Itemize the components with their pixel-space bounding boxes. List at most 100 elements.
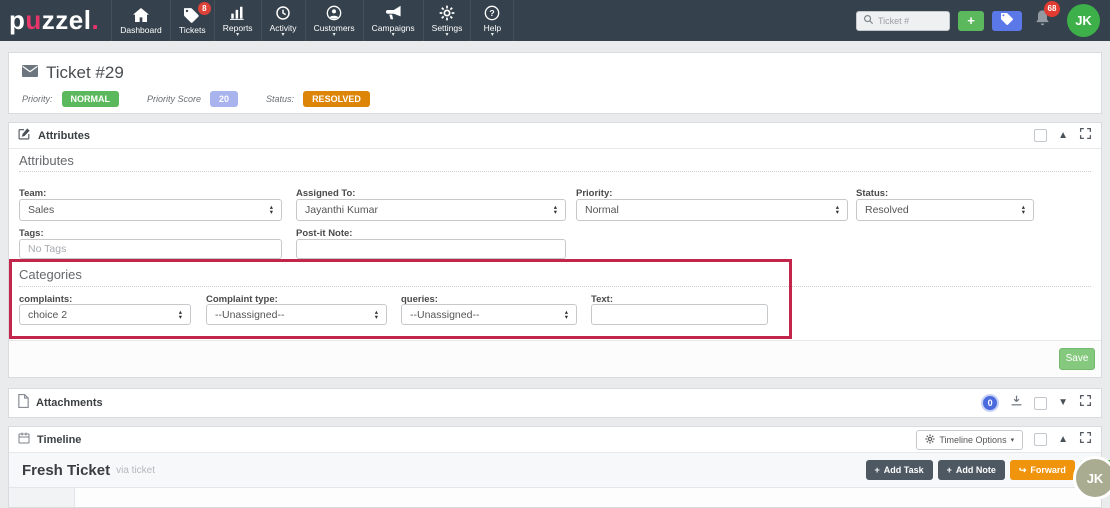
tags-input[interactable] bbox=[19, 239, 282, 259]
complaints-select[interactable]: choice 2 ▴▾ bbox=[19, 304, 191, 325]
team-select[interactable]: Sales ▴▾ bbox=[19, 199, 282, 221]
caret-down-icon: ▾ bbox=[446, 33, 449, 38]
caret-down-icon: ▾ bbox=[1011, 436, 1015, 444]
caret-down-icon: ▾ bbox=[491, 33, 494, 38]
select-arrows-icon: ▴▾ bbox=[554, 205, 557, 215]
user-avatar[interactable]: JK bbox=[1067, 4, 1100, 37]
nav-item-customers[interactable]: Customers ▾ bbox=[305, 0, 363, 41]
caret-down-icon: ▾ bbox=[236, 33, 239, 38]
save-button[interactable]: Save bbox=[1059, 348, 1095, 370]
search-input[interactable] bbox=[878, 16, 943, 26]
user-icon bbox=[326, 5, 342, 21]
download-icon[interactable] bbox=[1010, 394, 1023, 412]
queries-select[interactable]: --Unassigned-- ▴▾ bbox=[401, 304, 577, 325]
expand-icon[interactable] bbox=[1079, 127, 1092, 145]
tag-icon bbox=[1001, 12, 1014, 30]
collapse-icon[interactable]: ▲ bbox=[1058, 131, 1068, 141]
priority-select[interactable]: Normal ▴▾ bbox=[576, 199, 848, 221]
timeline-gutter bbox=[9, 488, 75, 507]
entry-title: Fresh Ticket bbox=[22, 462, 110, 479]
select-arrows-icon: ▴▾ bbox=[179, 310, 182, 320]
nav-item-reports[interactable]: Reports ▾ bbox=[214, 0, 261, 41]
attributes-section-title: Attributes bbox=[19, 153, 74, 168]
categories-section-title: Categories bbox=[19, 267, 82, 282]
timeline-panel: Timeline Timeline Options ▾ ▲ Fresh Tick… bbox=[8, 426, 1102, 508]
assigned-to-select[interactable]: Jayanthi Kumar ▴▾ bbox=[296, 199, 566, 221]
nav-item-campaigns[interactable]: Campaigns ▾ bbox=[363, 0, 423, 41]
logo-accent: u bbox=[25, 5, 41, 36]
nav-item-settings[interactable]: Settings ▾ bbox=[423, 0, 471, 41]
status-label: Status: bbox=[266, 94, 294, 104]
puzzel-logo[interactable]: puzzel. bbox=[0, 0, 111, 41]
attachments-panel-title: Attachments bbox=[36, 397, 103, 409]
gears-icon bbox=[925, 434, 935, 446]
nav-label: Reports bbox=[223, 23, 253, 33]
logo-text: p bbox=[9, 5, 25, 36]
status-select[interactable]: Resolved ▴▾ bbox=[856, 199, 1034, 221]
complaint-type-select[interactable]: --Unassigned-- ▴▾ bbox=[206, 304, 387, 325]
timeline-options-button[interactable]: Timeline Options ▾ bbox=[916, 430, 1023, 450]
timeline-panel-title: Timeline bbox=[37, 434, 81, 446]
postit-note-input[interactable] bbox=[296, 239, 566, 259]
plus-icon: + bbox=[875, 465, 880, 475]
priority-score-badge: 20 bbox=[210, 91, 238, 107]
panel-select-checkbox[interactable] bbox=[1034, 397, 1047, 410]
attachments-count-badge: 0 bbox=[981, 394, 999, 412]
nav-items: Dashboard 8 Tickets Reports ▾ Activity ▾… bbox=[111, 0, 514, 41]
ticket-badges-row: Priority: NORMAL Priority Score 20 Statu… bbox=[9, 83, 1101, 107]
top-navbar: puzzel. Dashboard 8 Tickets Reports ▾ Ac… bbox=[0, 0, 1110, 41]
status-field-label: Status: bbox=[856, 188, 888, 199]
select-arrows-icon: ▴▾ bbox=[270, 205, 273, 215]
nav-label: Campaigns bbox=[372, 23, 415, 33]
add-task-button[interactable]: +Add Task bbox=[866, 460, 933, 480]
postit-note-label: Post-it Note: bbox=[296, 228, 352, 239]
nav-item-dashboard[interactable]: Dashboard bbox=[111, 0, 170, 41]
ticket-title: Ticket #29 bbox=[46, 63, 124, 83]
complaints-select-value: choice 2 bbox=[28, 309, 67, 321]
notifications-button[interactable]: 68 bbox=[1034, 9, 1051, 32]
collapse-icon[interactable]: ▲ bbox=[1058, 435, 1068, 445]
history-icon bbox=[275, 5, 291, 21]
timeline-body bbox=[9, 488, 1101, 507]
attributes-panel: Attributes ▲ Attributes Team: Assigned T… bbox=[8, 122, 1102, 378]
expand-icon[interactable] bbox=[1079, 394, 1092, 412]
priority-badge: NORMAL bbox=[62, 91, 120, 107]
divider bbox=[19, 286, 1091, 287]
panel-select-checkbox[interactable] bbox=[1034, 129, 1047, 142]
select-arrows-icon: ▴▾ bbox=[565, 310, 568, 320]
nav-item-help[interactable]: ? Help ▾ bbox=[470, 0, 514, 41]
status-select-value: Resolved bbox=[865, 204, 909, 216]
edit-icon bbox=[18, 127, 31, 145]
navbar-right: + 68 JK bbox=[856, 0, 1110, 41]
caret-down-icon: ▾ bbox=[282, 33, 285, 38]
timeline-panel-header: Timeline Timeline Options ▾ ▲ bbox=[9, 427, 1101, 453]
nav-item-tickets[interactable]: 8 Tickets bbox=[170, 0, 214, 41]
caret-down-icon: ▾ bbox=[392, 33, 395, 38]
new-ticket-button[interactable]: + bbox=[958, 11, 984, 31]
panel-select-checkbox[interactable] bbox=[1034, 433, 1047, 446]
priority-select-value: Normal bbox=[585, 204, 619, 216]
logo-text-2: zzel bbox=[42, 5, 92, 36]
home-icon bbox=[133, 7, 149, 23]
nav-label: Tickets bbox=[179, 25, 206, 35]
ticket-header-card: Ticket #29 Priority: NORMAL Priority Sco… bbox=[8, 52, 1102, 114]
ticket-search-box[interactable] bbox=[856, 11, 950, 31]
tags-button[interactable] bbox=[992, 11, 1022, 31]
status-badge: RESOLVED bbox=[303, 91, 370, 107]
text-field-input[interactable] bbox=[591, 304, 768, 325]
calendar-icon bbox=[18, 431, 30, 449]
priority-label: Priority: bbox=[22, 94, 53, 104]
add-note-button[interactable]: +Add Note bbox=[938, 460, 1005, 480]
tags-label: Tags: bbox=[19, 228, 44, 239]
expand-icon[interactable] bbox=[1079, 431, 1092, 449]
search-icon bbox=[863, 12, 874, 30]
nav-item-activity[interactable]: Activity ▾ bbox=[261, 0, 305, 41]
select-arrows-icon: ▴▾ bbox=[1022, 205, 1025, 215]
assigned-to-label: Assigned To: bbox=[296, 188, 355, 199]
megaphone-icon bbox=[385, 5, 402, 21]
queries-select-value: --Unassigned-- bbox=[410, 309, 479, 321]
forward-button[interactable]: ↪Forward bbox=[1010, 460, 1075, 480]
nav-label: Help bbox=[484, 23, 501, 33]
expand-down-icon[interactable]: ▼ bbox=[1058, 398, 1068, 408]
attributes-panel-title: Attributes bbox=[38, 130, 90, 142]
